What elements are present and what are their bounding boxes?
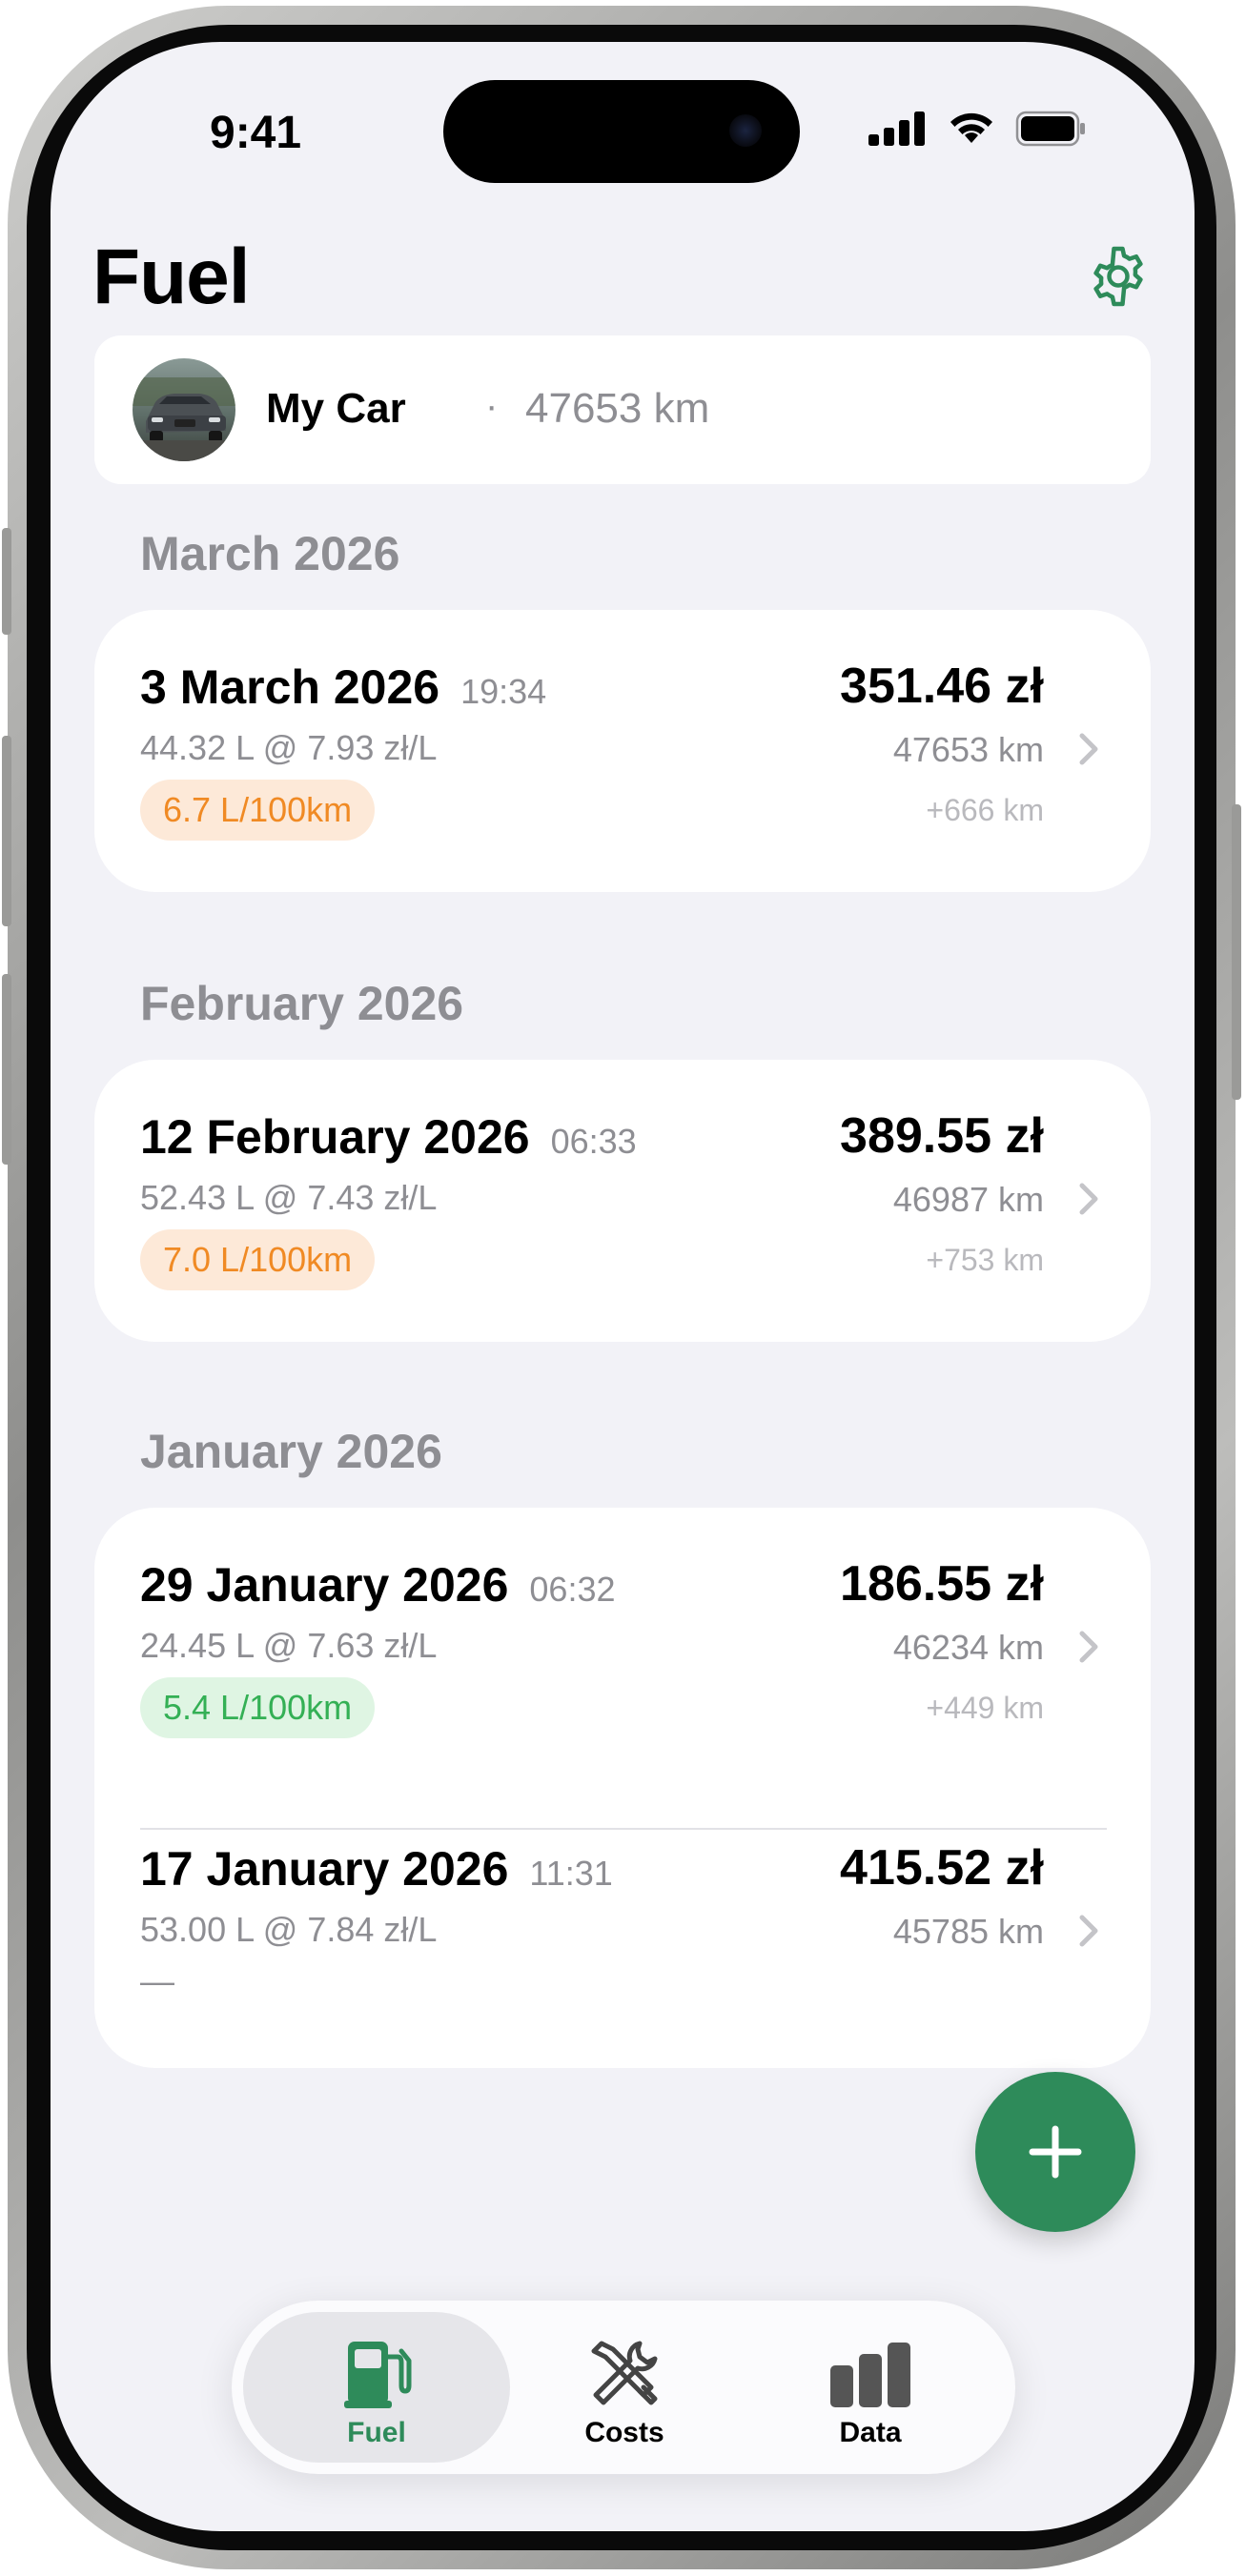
settings-button[interactable]: [1080, 238, 1156, 314]
fuel-entry-row[interactable]: 17 January 2026 11:31 53.00 L @ 7.84 zł/L…: [94, 1792, 1151, 2068]
entry-volume-price: 52.43 L @ 7.43 zł/L: [140, 1178, 438, 1217]
car-name: My Car: [266, 385, 406, 432]
volume-up-button: [2, 736, 11, 926]
month-header: February 2026: [140, 977, 464, 1030]
fuel-entry-row[interactable]: 29 January 2026 06:32 24.45 L @ 7.63 zł/L…: [94, 1508, 1151, 1790]
entry-date: 29 January 2026 06:32: [140, 1558, 616, 1612]
month-header: March 2026: [140, 527, 400, 580]
entry-volume-price: 53.00 L @ 7.84 zł/L: [140, 1910, 438, 1949]
consumption-badge: 6.7 L/100km: [140, 780, 376, 841]
plus-icon: [1029, 2125, 1082, 2179]
entry-odometer: 46987 km: [892, 1180, 1044, 1219]
entry-odometer: 46234 km: [892, 1628, 1044, 1667]
front-camera: [729, 114, 762, 147]
tab-data[interactable]: Data: [737, 2312, 1004, 2463]
wifi-icon: [950, 112, 992, 143]
entry-date: 3 March 2026 19:34: [140, 660, 547, 714]
fuel-entry-row[interactable]: 3 March 2026 19:34 44.32 L @ 7.93 zł/L 6.…: [94, 610, 1151, 892]
fuel-entry-row[interactable]: 12 February 2026 06:33 52.43 L @ 7.43 zł/…: [94, 1060, 1151, 1342]
entry-date: 12 February 2026 06:33: [140, 1110, 637, 1164]
consumption-badge: 5.4 L/100km: [140, 1677, 376, 1738]
volume-down-button: [2, 974, 11, 1165]
consumption-placeholder: —: [140, 1961, 174, 2000]
car-odometer: 47653 km: [525, 385, 710, 432]
tab-costs[interactable]: Costs: [491, 2312, 758, 2463]
chevron-right-icon: [1079, 1183, 1098, 1215]
entry-total-price: 389.55 zł: [840, 1108, 1044, 1164]
entry-distance-delta: +753 km: [926, 1243, 1044, 1277]
entry-time: 06:32: [529, 1570, 616, 1609]
chevron-right-icon: [1079, 1631, 1098, 1663]
entry-total-price: 186.55 zł: [840, 1556, 1044, 1612]
entry-date: 17 January 2026 11:31: [140, 1842, 613, 1896]
power-button: [1232, 804, 1241, 1100]
page-title: Fuel: [92, 233, 251, 320]
entry-time: 11:31: [529, 1854, 613, 1893]
dynamic-island: [443, 80, 800, 183]
battery-icon: [1015, 111, 1085, 147]
tab-bar: Fuel Costs Data: [232, 2301, 1015, 2474]
month-card: 12 February 2026 06:33 52.43 L @ 7.43 zł/…: [94, 1060, 1151, 1342]
entry-time: 06:33: [550, 1122, 637, 1161]
entry-volume-price: 24.45 L @ 7.63 zł/L: [140, 1626, 438, 1665]
month-card: 29 January 2026 06:32 24.45 L @ 7.63 zł/L…: [94, 1508, 1151, 2068]
cellular-signal-icon: [868, 112, 925, 146]
add-entry-button[interactable]: [975, 2072, 1135, 2232]
entry-distance-delta: +666 km: [926, 793, 1044, 827]
car-selector[interactable]: My Car · 47653 km: [94, 335, 1151, 484]
car-separator: ·: [485, 385, 499, 427]
gear-icon: [1093, 246, 1143, 307]
action-button: [2, 528, 11, 635]
status-icons: [868, 111, 1086, 147]
tab-label: Costs: [584, 2417, 664, 2448]
fuel-pump-icon: [334, 2335, 419, 2413]
month-card: 3 March 2026 19:34 44.32 L @ 7.93 zł/L 6.…: [94, 610, 1151, 892]
tab-label: Data: [839, 2417, 902, 2448]
tab-label: Fuel: [347, 2417, 406, 2448]
chevron-right-icon: [1079, 1915, 1098, 1947]
app-screen: 9:41 Fuel My Car · 47653 km March 2026 3…: [51, 42, 1195, 2531]
entry-total-price: 415.52 zł: [840, 1840, 1044, 1896]
entry-total-price: 351.46 zł: [840, 659, 1044, 714]
entry-odometer: 45785 km: [892, 1912, 1044, 1951]
car-photo: [133, 358, 235, 461]
tools-icon: [582, 2335, 667, 2413]
entry-distance-delta: +449 km: [926, 1691, 1044, 1725]
entry-odometer: 47653 km: [892, 730, 1044, 769]
tab-fuel[interactable]: Fuel: [243, 2312, 510, 2463]
consumption-badge: 7.0 L/100km: [140, 1229, 376, 1290]
entry-time: 19:34: [460, 672, 547, 711]
entry-volume-price: 44.32 L @ 7.93 zł/L: [140, 728, 438, 767]
bar-chart-icon: [827, 2335, 913, 2413]
chevron-right-icon: [1079, 733, 1098, 765]
status-time: 9:41: [210, 108, 302, 158]
month-header: January 2026: [140, 1425, 442, 1478]
